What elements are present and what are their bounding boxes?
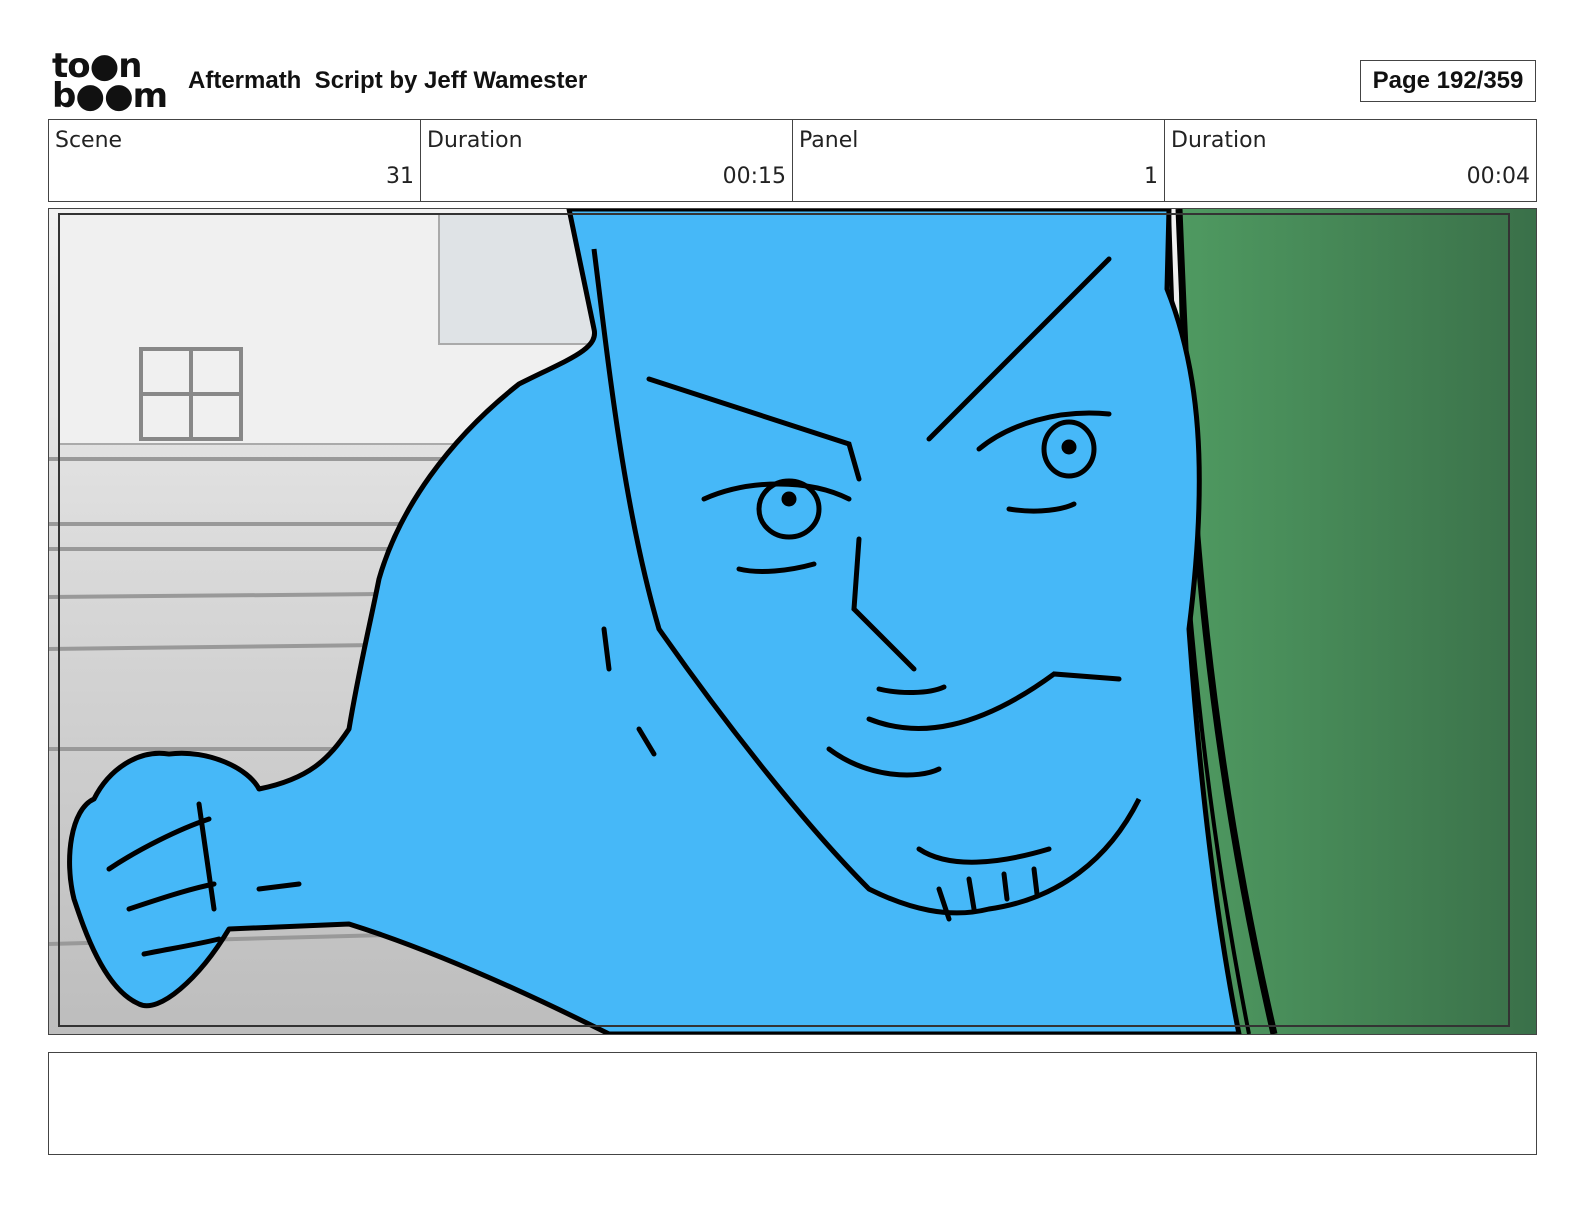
scene-info-table: Scene 31 Duration 00:15 Panel 1 Duration… (48, 119, 1537, 202)
panel-drawing (49, 209, 1536, 1034)
panel-notes-box (48, 1052, 1537, 1155)
scene-duration-label: Duration (427, 128, 523, 153)
page-indicator: Page 192/359 (1360, 60, 1536, 102)
logo-text-bottom: b●●m (52, 76, 168, 116)
panel-duration-value: 00:04 (1466, 164, 1530, 189)
document-title: Aftermath Script by Jeff Wamester (188, 67, 588, 94)
green-wall (1179, 209, 1536, 1034)
scene-value: 31 (386, 164, 414, 189)
scene-duration-value: 00:15 (722, 164, 786, 189)
panel-label: Panel (799, 128, 859, 153)
panel-duration-label: Duration (1171, 128, 1267, 153)
panel-cell: Panel 1 (793, 120, 1165, 201)
scene-label: Scene (55, 128, 123, 153)
storyboard-panel (48, 208, 1537, 1035)
scene-duration-cell: Duration 00:15 (421, 120, 793, 201)
panel-duration-cell: Duration 00:04 (1165, 120, 1536, 201)
scene-cell: Scene 31 (49, 120, 421, 201)
panel-value: 1 (1144, 164, 1158, 189)
toonboom-logo: to●n b●●m (52, 49, 168, 116)
